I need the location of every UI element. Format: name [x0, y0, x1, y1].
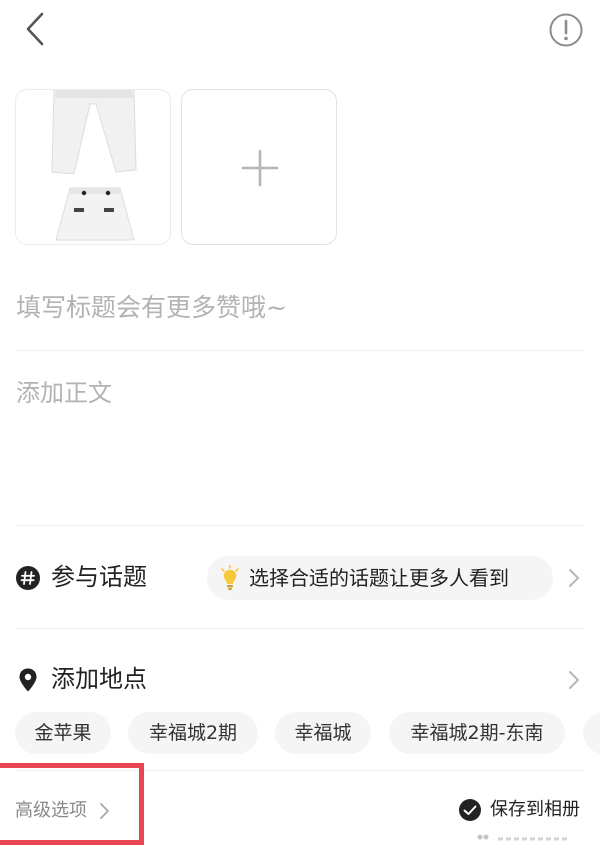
- chevron-right-icon: [569, 569, 579, 587]
- location-chip[interactable]: 幸福城2期-东南: [389, 712, 565, 754]
- back-button[interactable]: [20, 10, 54, 48]
- exclamation-circle-icon: [549, 13, 583, 47]
- divider: [15, 628, 585, 629]
- body-input[interactable]: 添加正文: [16, 375, 576, 515]
- chevron-left-icon: [26, 12, 44, 46]
- divider: [15, 350, 585, 351]
- save-to-album-toggle[interactable]: 保存到相册: [458, 796, 588, 826]
- location-suggestions: 金苹果 幸福城2期 幸福城 幸福城2期-东南: [15, 712, 600, 756]
- advanced-options-label: 高级选项: [15, 800, 87, 821]
- location-chip[interactable]: 幸福城2期: [128, 712, 258, 754]
- location-row[interactable]: 添加地点: [15, 650, 585, 710]
- checkmark-circle-icon: [459, 799, 481, 821]
- media-row: [15, 89, 345, 245]
- topic-row[interactable]: 参与话题 选择合适的话题让更多人看到: [15, 548, 585, 608]
- add-photo-button[interactable]: [181, 89, 337, 245]
- location-chip[interactable]: 金苹果: [15, 712, 111, 754]
- map-pin-icon: [19, 668, 37, 692]
- location-chip-overflow[interactable]: [583, 712, 600, 754]
- chevron-right-icon: [100, 803, 109, 819]
- location-chip[interactable]: 幸福城: [275, 712, 371, 754]
- watermark-logo: [477, 834, 568, 841]
- lightbulb-icon: [221, 565, 239, 590]
- divider: [15, 525, 585, 526]
- location-label: 添加地点: [51, 665, 147, 693]
- report-button[interactable]: [548, 12, 584, 48]
- plus-icon: [241, 149, 279, 187]
- save-to-album-label: 保存到相册: [490, 799, 580, 820]
- chevron-right-icon: [569, 671, 579, 689]
- topic-hint-text: 选择合适的话题让更多人看到: [249, 566, 509, 590]
- top-bar: [0, 0, 600, 60]
- hashtag-icon: [16, 566, 40, 590]
- clothing-photo-icon: [16, 90, 170, 244]
- title-input[interactable]: 填写标题会有更多赞哦~: [16, 286, 576, 330]
- topic-suggestion-pill[interactable]: 选择合适的话题让更多人看到: [207, 556, 553, 600]
- photo-thumbnail[interactable]: [15, 89, 171, 245]
- topic-label: 参与话题: [51, 563, 147, 591]
- advanced-options-button[interactable]: 高级选项: [0, 763, 144, 845]
